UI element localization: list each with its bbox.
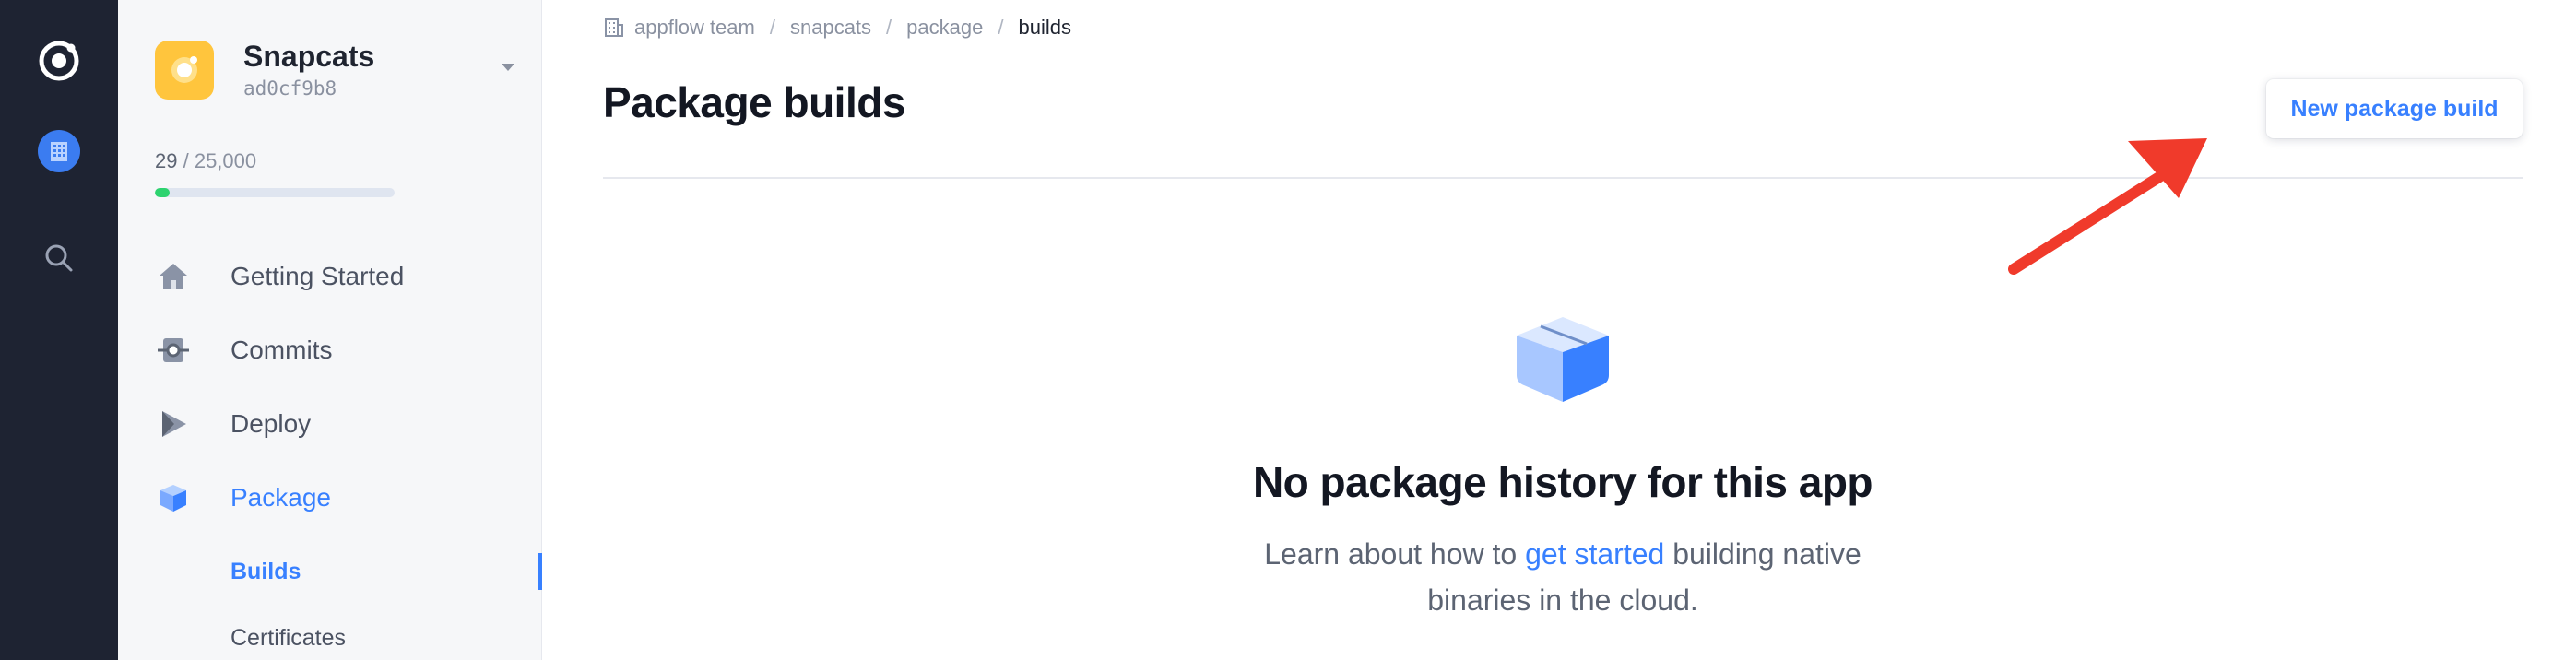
chevron-down-icon (502, 64, 514, 71)
app-nav: Getting Started Commits Deploy Package B… (155, 240, 542, 660)
empty-state: No package history for this app Learn ab… (603, 304, 2523, 623)
building-icon (38, 130, 80, 172)
usage-progress-fill (155, 188, 170, 197)
empty-state-description: Learn about how to get started building … (1212, 531, 1913, 623)
nav-label: Getting Started (230, 262, 405, 290)
organization-button[interactable] (30, 122, 89, 181)
commit-icon (155, 332, 192, 369)
package-box-icon (1517, 317, 1609, 402)
app-id: ad0cf9b8 (243, 77, 337, 100)
app-sidebar: Snapcats ad0cf9b8 29 / 25,000 Getting St… (118, 0, 542, 660)
nav-label: Deploy (230, 409, 312, 438)
usage-limit: 25,000 (194, 149, 257, 172)
page-title: Package builds (603, 78, 905, 126)
breadcrumb-link-team[interactable]: appflow team (634, 13, 755, 42)
usage-progress-bar (155, 188, 395, 197)
breadcrumb-separator: / (886, 16, 892, 39)
usage-separator: / (177, 149, 195, 172)
breadcrumb-separator: / (769, 16, 775, 39)
header-divider (603, 177, 2523, 179)
main-content: appflow team / snapcats / package / buil… (542, 0, 2576, 660)
empty-desc-text: Learn about how to (1264, 537, 1526, 571)
app-name: Snapcats (243, 40, 375, 73)
subnav-item-certificates[interactable]: Certificates (155, 605, 542, 660)
cube-icon (155, 479, 192, 516)
nav-label: Commits (230, 336, 333, 364)
global-rail (0, 0, 118, 660)
new-package-build-button[interactable]: New package build (2266, 79, 2523, 138)
nav-item-package[interactable]: Package (155, 461, 542, 535)
play-icon (155, 406, 192, 442)
app-icon (155, 41, 214, 100)
breadcrumb-current: builds (1018, 16, 1071, 39)
building-icon (603, 17, 625, 39)
ionic-logo-icon[interactable] (30, 31, 89, 90)
nav-item-deploy[interactable]: Deploy (155, 387, 542, 461)
subnav-item-builds[interactable]: Builds (155, 538, 542, 605)
home-icon (155, 258, 192, 295)
package-subnav: Builds Certificates (155, 538, 542, 660)
build-usage: 29 / 25,000 (155, 147, 404, 197)
empty-state-title: No package history for this app (1252, 458, 1873, 506)
breadcrumb-link-app[interactable]: snapcats (790, 13, 871, 42)
nav-item-getting-started[interactable]: Getting Started (155, 240, 542, 313)
search-icon[interactable] (30, 229, 89, 288)
nav-label: Package (230, 483, 331, 512)
app-switcher[interactable]: Snapcats ad0cf9b8 (155, 33, 514, 107)
breadcrumb-link-package[interactable]: package (906, 13, 983, 42)
nav-item-commits[interactable]: Commits (155, 313, 542, 387)
usage-used: 29 (155, 149, 178, 172)
get-started-link[interactable]: get started (1525, 537, 1664, 571)
breadcrumb-separator: / (998, 16, 1004, 39)
breadcrumb: appflow team / snapcats / package / buil… (603, 13, 1071, 42)
